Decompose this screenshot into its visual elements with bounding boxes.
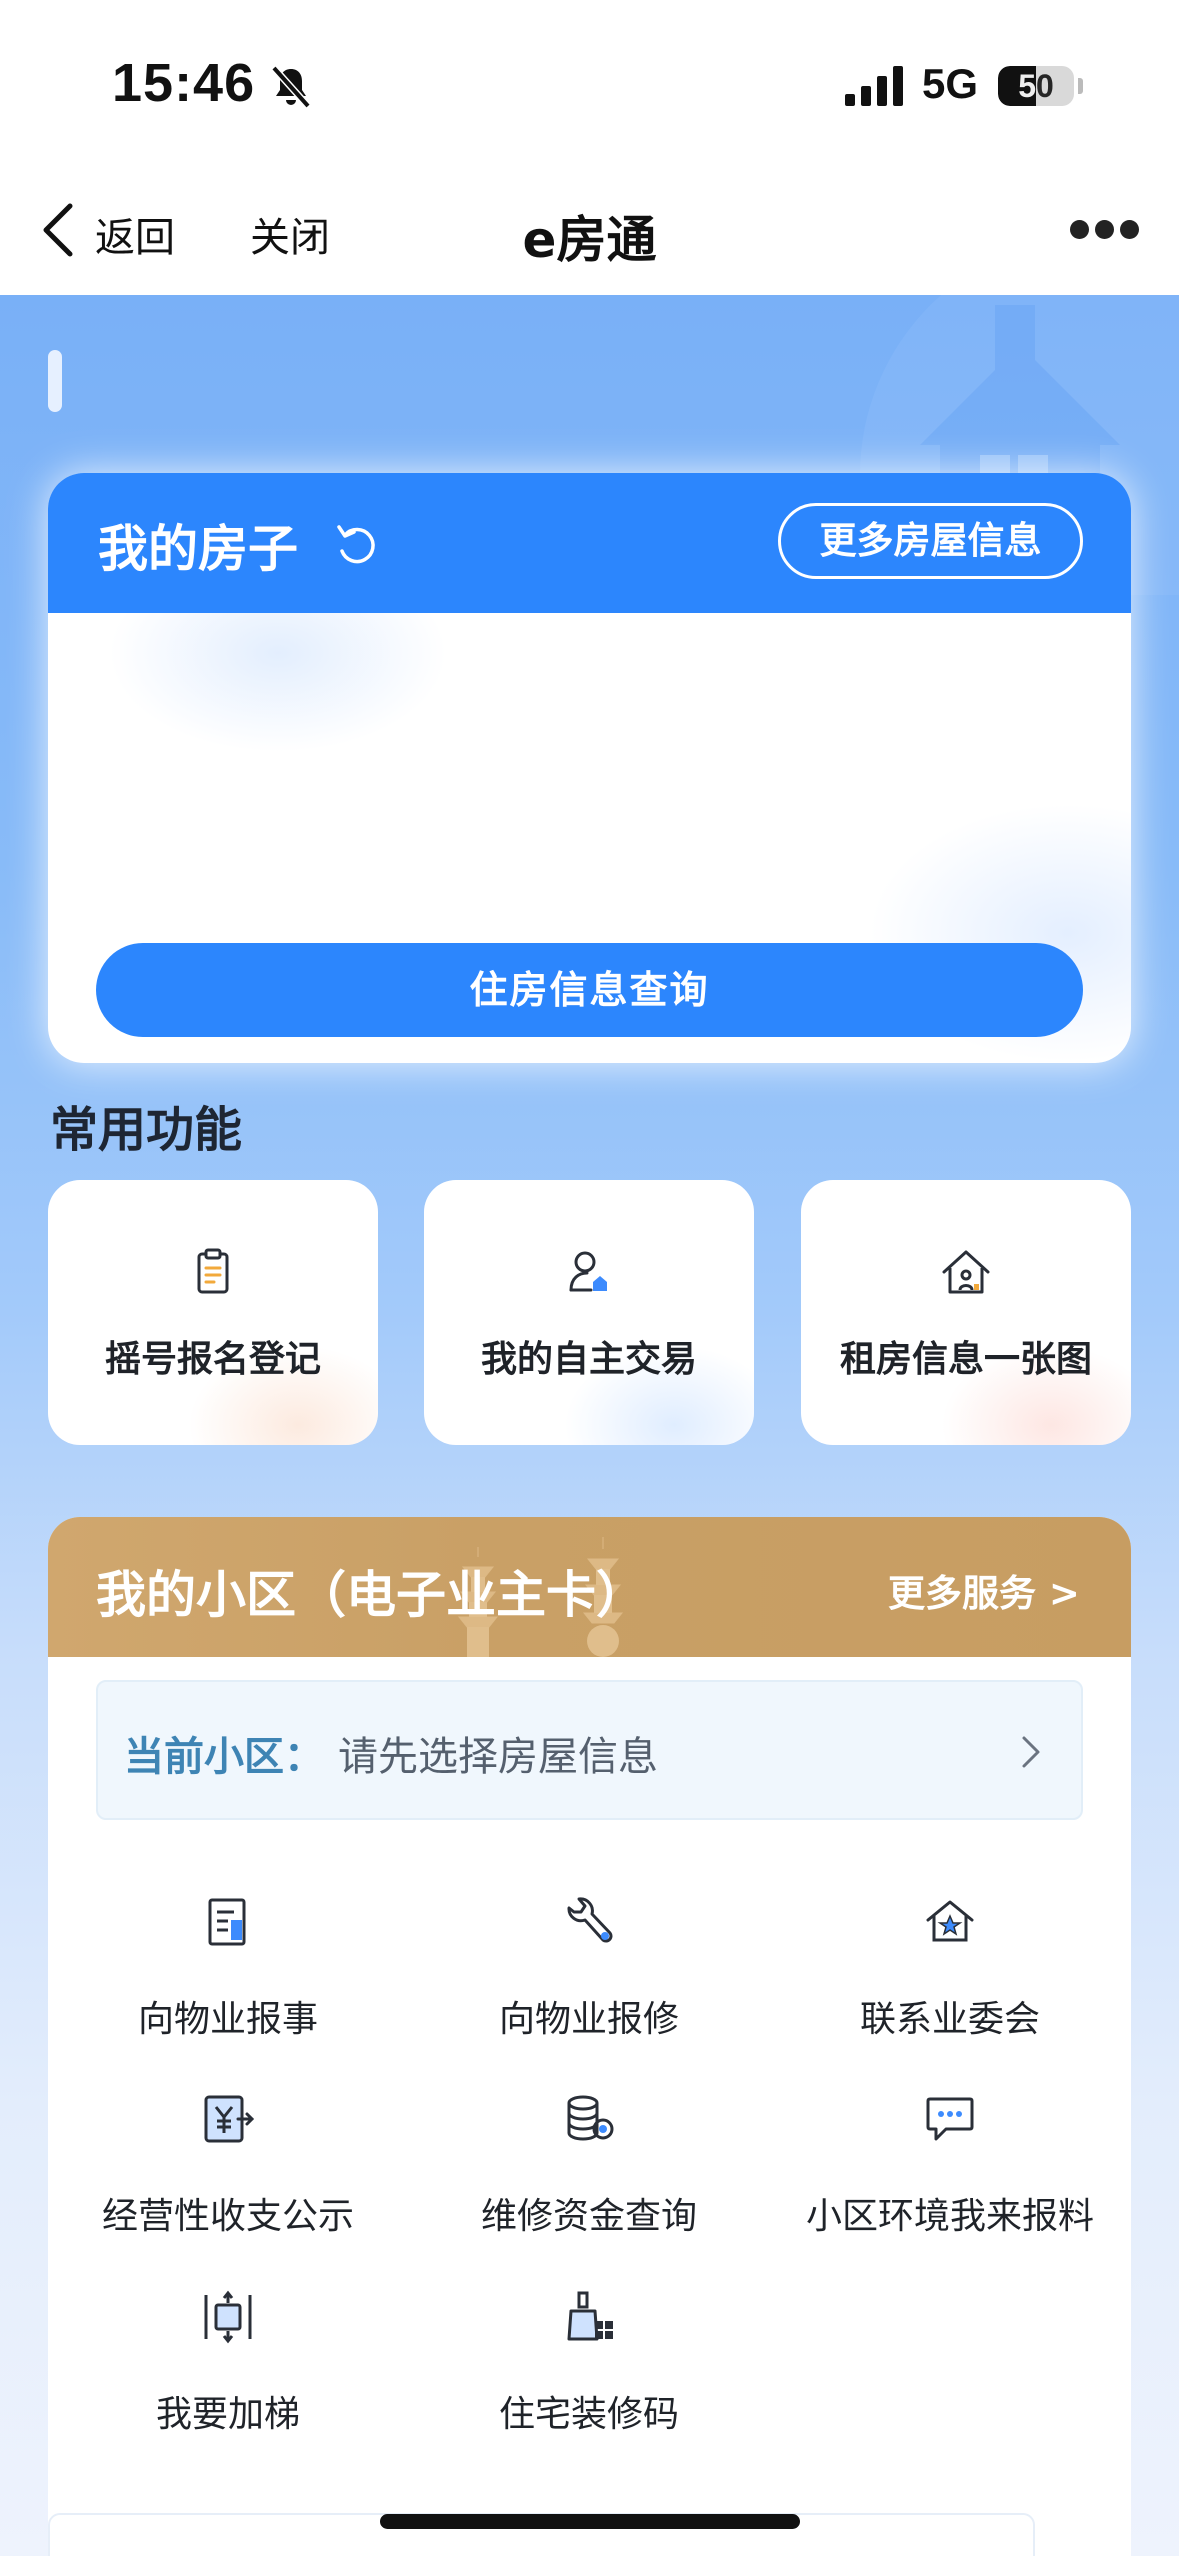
bell-muted-icon <box>271 65 311 109</box>
battery-tip <box>1078 78 1083 94</box>
housing-query-button[interactable]: 住房信息查询 <box>96 943 1083 1037</box>
service-report-issue[interactable]: 向物业报事 <box>78 1892 378 2052</box>
my-community-card: 我的小区（电子业主卡） 更多服务 > 当前小区： 请先选择房屋信息 向物业报事 <box>48 1517 1131 2556</box>
page-title: e房通 <box>522 211 657 269</box>
service-environment-report[interactable]: 小区环境我来报料 <box>800 2089 1100 2249</box>
yuan-exchange-icon <box>204 2095 255 2143</box>
service-label: 小区环境我来报料 <box>805 2196 1094 2237</box>
main-content: 我的房子 更多房屋信息 住房信息查询 常用功能 摇号报名登记 我的自主交易 租房… <box>0 295 1179 2556</box>
tile-lottery-registration[interactable]: 摇号报名登记 <box>48 1180 378 1445</box>
service-repair-request[interactable]: 向物业报修 <box>439 1892 739 2052</box>
battery-icon: 50 <box>998 66 1074 106</box>
navigation-bar: 返回 关闭 e房通 <box>0 170 1179 295</box>
report-document-icon <box>208 1898 246 1946</box>
current-community-selector[interactable]: 当前小区： 请先选择房屋信息 <box>96 1680 1083 1820</box>
tile-label: 租房信息一张图 <box>839 1339 1092 1380</box>
service-renovation-code[interactable]: 住宅装修码 <box>439 2287 739 2447</box>
home-outline-icon <box>942 1250 990 1294</box>
tile-label: 我的自主交易 <box>480 1339 697 1380</box>
service-contact-committee[interactable]: 联系业委会 <box>800 1892 1100 2052</box>
battery-percent: 50 <box>1018 68 1054 104</box>
community-title: 我的小区（电子业主卡） <box>96 1566 646 1624</box>
tile-rental-map[interactable]: 租房信息一张图 <box>801 1180 1131 1445</box>
tile-self-transaction[interactable]: 我的自主交易 <box>424 1180 754 1445</box>
service-label: 向物业报事 <box>137 1999 318 2040</box>
status-time: 15:46 <box>112 53 256 113</box>
elevator-icon <box>204 2290 252 2344</box>
my-house-title: 我的房子 <box>98 520 298 578</box>
home-indicator[interactable] <box>380 2514 800 2529</box>
my-house-header: 我的房子 更多房屋信息 <box>48 473 1131 613</box>
service-label: 经营性收支公示 <box>101 2196 354 2237</box>
current-community-label: 当前小区： <box>124 1734 324 1780</box>
person-house-icon <box>569 1251 607 1292</box>
service-label: 住宅装修码 <box>498 2394 679 2435</box>
my-house-card: 我的房子 更多房屋信息 住房信息查询 <box>48 473 1131 1063</box>
tile-label: 摇号报名登记 <box>104 1339 321 1380</box>
service-label: 维修资金查询 <box>480 2196 697 2237</box>
scroll-indicator <box>48 350 62 412</box>
more-house-info-button[interactable]: 更多房屋信息 <box>778 503 1083 579</box>
community-header: 我的小区（电子业主卡） 更多服务 > <box>48 1517 1131 1657</box>
network-type: 5G <box>922 60 979 107</box>
chevron-right-icon <box>1022 1736 1040 1768</box>
more-options-icon[interactable] <box>1070 220 1140 240</box>
service-add-elevator[interactable]: 我要加梯 <box>78 2287 378 2447</box>
refresh-icon[interactable] <box>333 521 383 571</box>
service-label: 向物业报修 <box>498 1999 679 2040</box>
service-revenue-disclosure[interactable]: 经营性收支公示 <box>78 2089 378 2249</box>
wrench-icon <box>567 1897 613 1943</box>
cellular-signal-icon <box>845 66 903 106</box>
common-functions-title: 常用功能 <box>50 1102 243 1158</box>
clipboard-icon <box>197 1248 229 1294</box>
coins-stack-icon <box>567 2095 614 2141</box>
star-house-icon <box>926 1900 974 1942</box>
current-community-value: 请先选择房屋信息 <box>338 1734 658 1780</box>
service-label: 我要加梯 <box>155 2394 300 2435</box>
more-services-link[interactable]: 更多服务 > <box>888 1563 1080 1617</box>
renovation-broom-icon <box>567 2291 613 2341</box>
chat-bubble-icon <box>926 2097 974 2141</box>
status-bar: 15:46 5G 50 <box>0 0 1179 170</box>
service-maintenance-fund[interactable]: 维修资金查询 <box>439 2089 739 2249</box>
service-label: 联系业委会 <box>859 1999 1040 2040</box>
